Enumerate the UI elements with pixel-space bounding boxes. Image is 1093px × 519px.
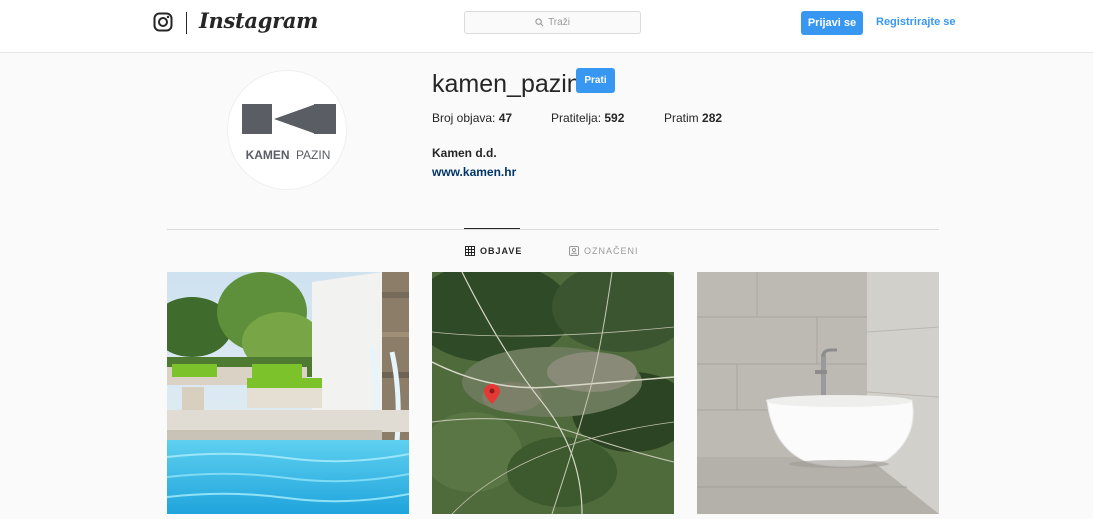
tabs-divider: [167, 229, 939, 230]
followers-count-value: 592: [604, 111, 625, 125]
posts-count: Broj objava: 47: [432, 111, 512, 125]
search-icon: [535, 18, 544, 27]
search-input[interactable]: Traži: [464, 11, 641, 34]
search-placeholder: Traži: [548, 17, 570, 28]
tab-posts-label: OBJAVE: [480, 246, 523, 256]
tagged-person-icon: [569, 246, 579, 256]
following-count[interactable]: Pratim 282: [664, 111, 722, 125]
tab-posts[interactable]: OBJAVE: [465, 246, 522, 256]
login-button[interactable]: Prijavi se: [801, 11, 863, 35]
profile-full-name: Kamen d.d.: [432, 146, 497, 160]
post-thumbnail-bathtub[interactable]: [697, 272, 939, 514]
following-count-value: 282: [702, 111, 723, 125]
profile-website-link[interactable]: www.kamen.hr: [432, 165, 516, 179]
followers-count-label: Pratitelja:: [551, 111, 602, 125]
satellite-map-photo: [432, 272, 674, 514]
profile-username: kamen_pazin: [432, 70, 581, 98]
posts-count-value: 47: [498, 111, 513, 125]
grid-icon: [465, 246, 475, 256]
followers-count[interactable]: Pratitelja: 592: [551, 111, 624, 125]
instagram-camera-icon[interactable]: [153, 12, 173, 32]
logo-divider: [186, 12, 187, 34]
post-thumbnail-pool[interactable]: [167, 272, 409, 514]
follow-button[interactable]: Prati: [576, 68, 615, 93]
tab-tagged[interactable]: OZNAČENI: [569, 246, 639, 256]
pool-terrace-photo: [167, 272, 409, 514]
post-thumbnail-map[interactable]: [432, 272, 674, 514]
stone-bathtub-photo: [697, 272, 939, 514]
instagram-wordmark[interactable]: Instagram: [199, 8, 318, 33]
top-navigation-bar: Instagram Traži Prijavi se Registrirajte…: [0, 0, 1093, 53]
profile-avatar: KAMEN PAZIN: [227, 70, 347, 190]
active-tab-indicator: [464, 228, 520, 229]
svg-text:KAMEN PAZIN: KAMEN PAZIN: [246, 148, 331, 162]
tab-tagged-label: OZNAČENI: [584, 246, 639, 256]
kamen-pazin-logo: KAMEN PAZIN: [242, 104, 336, 162]
following-count-label: Pratim: [664, 111, 699, 125]
register-link[interactable]: Registrirajte se: [876, 16, 955, 28]
posts-count-label: Broj objava:: [432, 111, 496, 125]
